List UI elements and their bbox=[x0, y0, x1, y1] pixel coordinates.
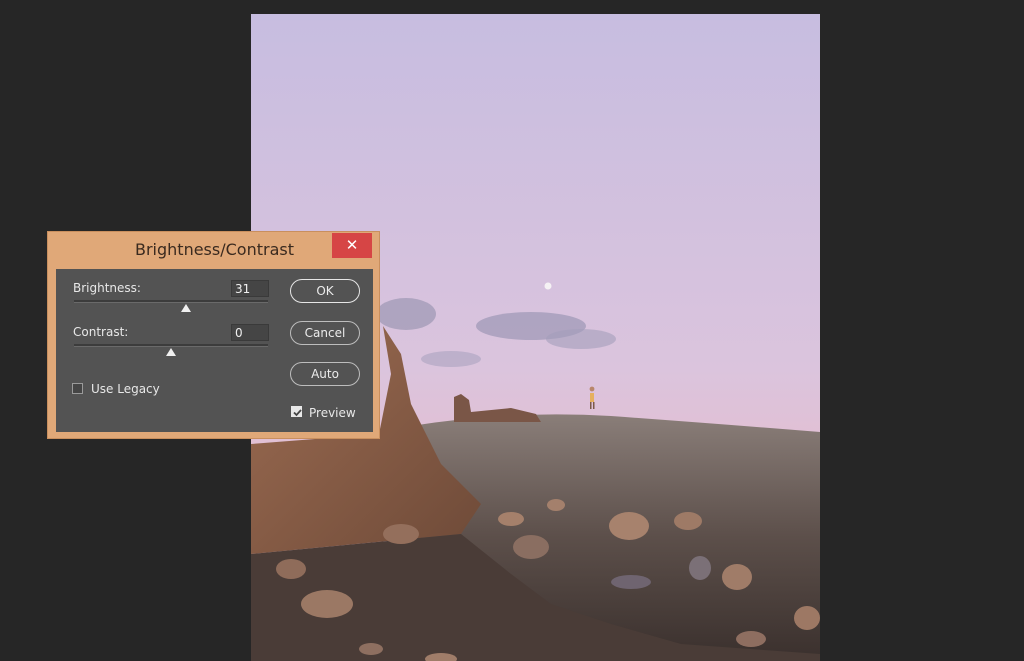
checkmark-icon bbox=[293, 409, 302, 417]
preview-checkbox[interactable] bbox=[291, 406, 302, 417]
brightness-slider-thumb[interactable] bbox=[180, 304, 191, 312]
contrast-input[interactable]: 0 bbox=[231, 324, 269, 341]
preview-label[interactable]: Preview bbox=[309, 406, 356, 420]
close-button[interactable]: ✕ bbox=[332, 233, 372, 258]
dialog-body: Brightness: 31 Contrast: 0 Use Legacy OK… bbox=[56, 269, 373, 432]
contrast-slider-track[interactable] bbox=[74, 344, 268, 347]
cancel-button[interactable]: Cancel bbox=[290, 321, 360, 345]
brightness-contrast-dialog: Brightness/Contrast ✕ Brightness: 31 Con… bbox=[47, 231, 380, 439]
contrast-label: Contrast: bbox=[73, 325, 129, 339]
auto-button[interactable]: Auto bbox=[290, 362, 360, 386]
brightness-input[interactable]: 31 bbox=[231, 280, 269, 297]
ok-button[interactable]: OK bbox=[290, 279, 360, 303]
contrast-slider-thumb[interactable] bbox=[166, 348, 176, 356]
use-legacy-label[interactable]: Use Legacy bbox=[91, 382, 160, 396]
brightness-slider-track[interactable] bbox=[74, 300, 268, 303]
close-icon: ✕ bbox=[345, 236, 359, 254]
brightness-label: Brightness: bbox=[73, 281, 141, 295]
use-legacy-checkbox[interactable] bbox=[72, 383, 83, 394]
